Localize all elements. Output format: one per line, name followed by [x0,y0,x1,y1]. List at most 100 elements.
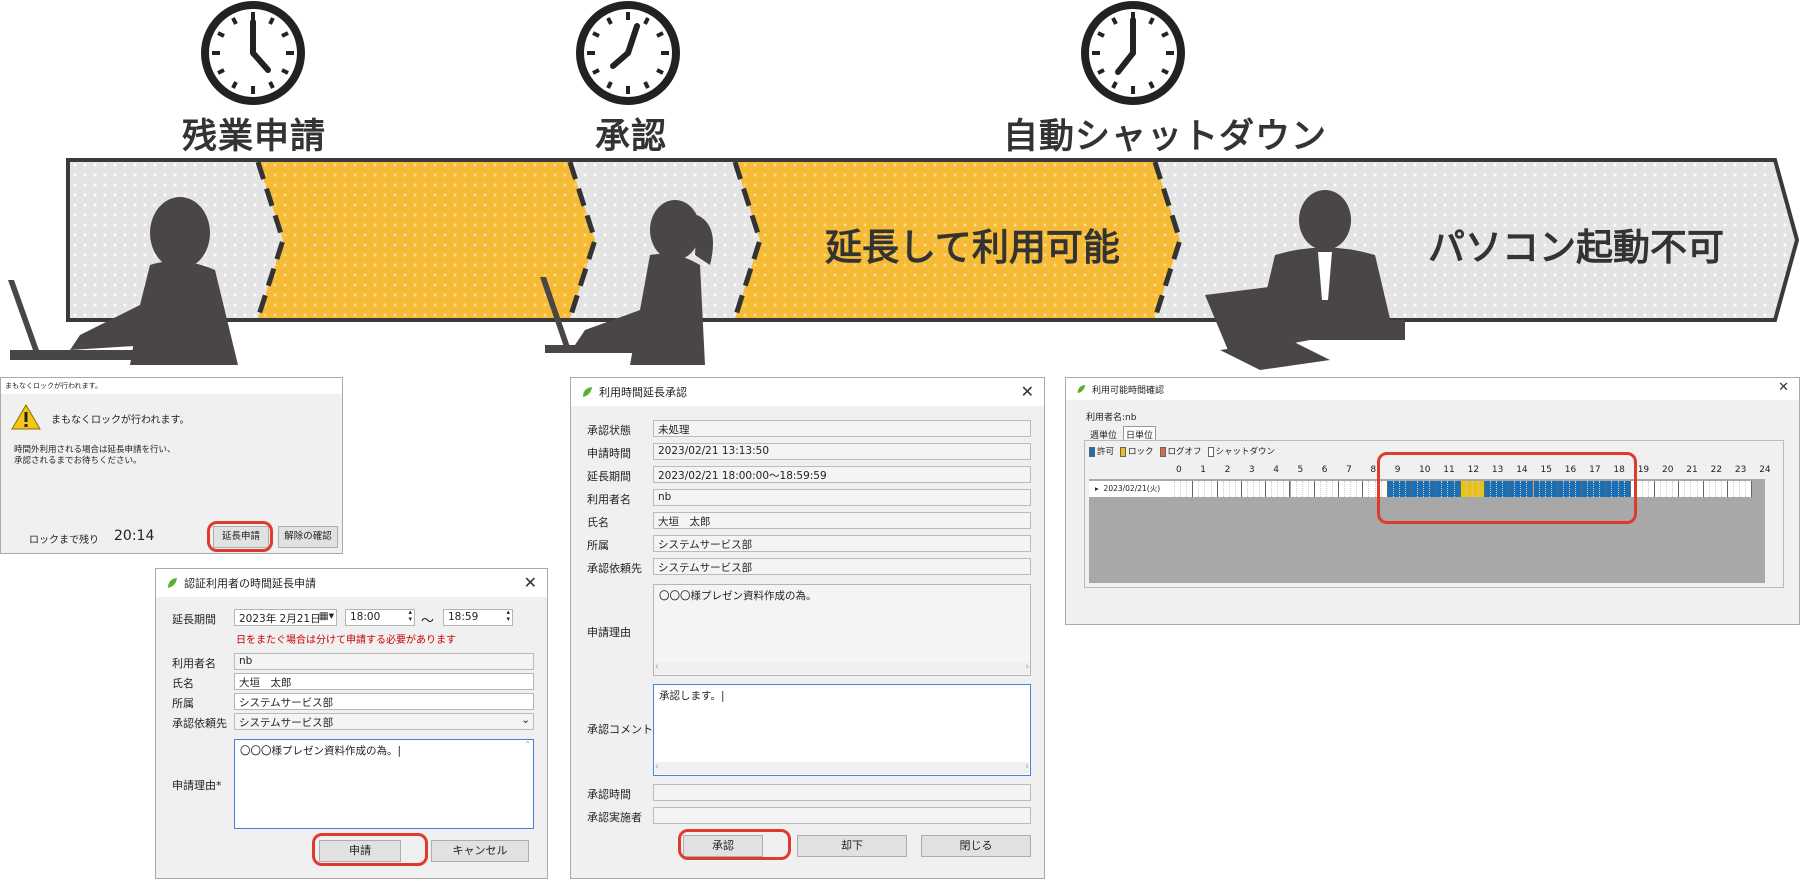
field-label: 承認依頼先 [587,562,642,575]
field-value: 未処理 [653,420,1031,437]
hour-tick-label: 23 [1734,465,1747,475]
time-to-value: 18:59 [448,611,479,623]
field-value: システムサービス部 [653,558,1031,575]
schedule-cell[interactable] [1746,481,1753,497]
hour-tick-label: 3 [1248,465,1255,475]
time-from-value: 18:00 [350,611,381,623]
clock-icon [576,1,680,105]
legend-item: ログオフ [1159,445,1202,457]
clock-icon [201,1,305,105]
name-field[interactable]: 大垣 太郎 [234,673,534,690]
field-value: 大垣 太郎 [653,512,1031,529]
reject-button[interactable]: 却下 [797,835,907,857]
date-value: 2023年 2月21日 [239,613,321,625]
time-to-field[interactable]: 18:59 ▴ ▾ [443,609,513,626]
legend-item: 許可 [1089,445,1114,457]
warning-icon [11,404,41,430]
user-label: 利用者名 [172,657,216,670]
field-label: 氏名 [587,516,609,529]
horizontal-scrollbar[interactable]: ‹ › [655,762,1029,774]
dialog-title: 利用可能時間確認 [1092,385,1165,396]
lock-message: まもなくロックが行われます。 [51,415,190,426]
field-value: 2023/02/21 18:00:00～18:59:59 [653,466,1031,483]
legend: 許可 ロック ログオフ シャットダウン [1089,445,1275,457]
hour-tick-label: 8 [1370,465,1377,475]
comment-value: 承認します。| [659,690,725,702]
field-label: 所属 [587,539,609,552]
hour-tick-label: 1 [1200,465,1207,475]
approve-time-label: 承認時間 [587,788,631,801]
release-check-button[interactable]: 解除の確認 [278,526,338,548]
extended-use-text: 延長して利用可能 [825,226,1120,269]
calendar-dropdown-icon: ▦▾ [318,610,334,622]
time-from-field[interactable]: 18:00 ▴ ▾ [345,609,415,626]
comment-textarea[interactable]: 承認します。| ‹ › [653,684,1031,776]
legend-label: シャットダウン [1215,447,1276,457]
legend-label: 許可 [1097,447,1115,457]
span-warning: 日をまたぐ場合は分けて申請する必要があります [236,635,456,646]
hour-tick-label: 19 [1637,465,1650,475]
field-value: nb [653,489,1031,506]
hour-tick-label: 4 [1273,465,1279,475]
hour-tick-label: 20 [1662,465,1674,475]
scrollbar[interactable]: ⌃ [524,740,531,749]
person-silhouette [540,200,714,365]
highlight-ring [207,521,273,552]
hour-tick-label: 21 [1686,465,1698,475]
highlight-ring [1377,452,1637,524]
highlight-ring [678,829,791,860]
name-label: 氏名 [172,677,194,690]
extension-approve-dialog: 利用時間延長承認 ✕ 承認状態 未処理 申請時間 2023/02/21 13:1… [570,377,1045,879]
approver-label: 承認依頼先 [172,717,227,730]
legend-item: ロック [1120,445,1154,457]
close-icon[interactable]: ✕ [1778,380,1789,395]
date-picker[interactable]: 2023年 2月21日 ▦▾ [234,609,337,626]
reason-textarea: 〇〇〇様プレゼン資料作成の為。 ‹ › [653,584,1031,676]
user-field: nb [234,653,534,670]
clock-icon [1081,1,1185,105]
leaf-icon [1077,384,1086,394]
dialog-title: 利用時間延長承認 [599,386,687,399]
legend-item: シャットダウン [1207,445,1276,457]
dept-field[interactable]: システムサービス部 [234,693,534,710]
legend-label: ロック [1128,447,1154,457]
legend-swatch [1159,446,1166,457]
field-label: 利用者名 [587,493,631,506]
hour-tick-label: 5 [1297,465,1304,475]
reason-label: 申請理由 [587,626,631,639]
spinner-icon: ▴ ▾ [506,609,510,623]
dialog-titlebar: 利用時間延長承認 ✕ [571,378,1044,406]
boot-blocked-text: パソコン起動不可 [1428,226,1724,269]
legend-swatch [1207,446,1214,457]
dialog-title: 認証利用者の時間延長申請 [184,577,316,590]
close-icon[interactable]: ✕ [1021,382,1034,401]
dialog-titlebar: 認証利用者の時間延長申請 ✕ [156,569,547,597]
row-date: 2023/02/21(火) [1103,484,1161,493]
field-value: システムサービス部 [653,535,1031,552]
reason-value: 〇〇〇様プレゼン資料作成の為。| [240,745,402,757]
period-label: 延長期間 [172,613,216,626]
close-icon[interactable]: ✕ [524,573,537,592]
horizontal-scrollbar[interactable]: ‹ › [655,662,1029,674]
dialog-title: まもなくロックが行われます。 [5,382,102,390]
row-expand-icon[interactable]: ▸ [1095,484,1099,493]
field-label: 承認状態 [587,424,631,437]
hour-tick-label: 6 [1321,465,1328,475]
executor-label: 承認実施者 [587,811,642,824]
legend-swatch [1120,446,1127,457]
highlight-ring [312,833,428,866]
remain-time: 20:14 [114,528,155,544]
comment-label: 承認コメント [587,723,653,736]
field-label: 申請時間 [587,447,631,460]
person-silhouette [8,197,238,365]
reason-textarea[interactable]: 〇〇〇様プレゼン資料作成の為。| ⌃ [234,739,534,829]
cancel-button[interactable]: キャンセル [431,840,529,862]
close-button[interactable]: 閉じる [921,835,1031,857]
executor-field [653,807,1031,824]
hour-tick-label: 22 [1710,465,1723,475]
hour-tick-label: 24 [1759,465,1771,475]
approver-value: システムサービス部 [239,717,334,729]
reason-label: 申請理由* [172,779,222,792]
remain-label: ロックまで残り [29,535,99,546]
approver-select[interactable]: システムサービス部 ⌄ [234,713,534,730]
